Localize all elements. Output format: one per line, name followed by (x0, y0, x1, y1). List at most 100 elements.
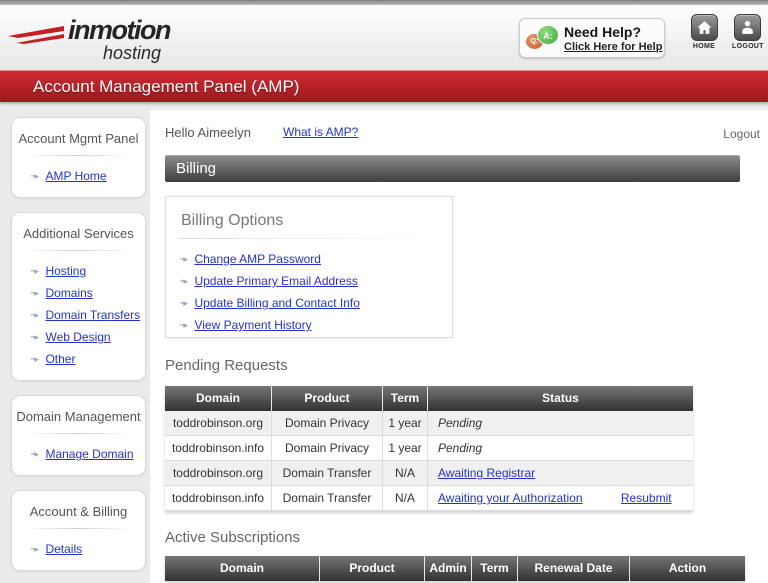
arrow-bullet-icon (31, 262, 41, 280)
cell-domain: toddrobinson.info (165, 486, 272, 510)
status-pending-text: Pending (438, 416, 483, 430)
column-header-term: Term (472, 556, 518, 581)
column-header-term: Term (383, 386, 428, 411)
logout-button[interactable] (733, 14, 761, 41)
arrow-bullet-icon (31, 167, 41, 185)
logout-button-wrap: LOGOUT (732, 14, 764, 50)
web-design-link[interactable]: Web Design (45, 330, 110, 344)
home-icon (696, 21, 712, 34)
sidebar-item-web-design[interactable]: Web Design (12, 326, 145, 348)
sidebar-section-title: Account & Billing (29, 504, 128, 519)
amp-banner-title: Account Management Panel (AMP) (33, 77, 300, 96)
awaiting-registrar-link[interactable]: Awaiting Registrar (438, 466, 535, 480)
cell-status: Pending (428, 436, 693, 460)
domains-link[interactable]: Domains (45, 286, 92, 300)
manage-domain-link[interactable]: Manage Domain (45, 447, 133, 461)
active-subscriptions-table: Domain Product Admin Term Renewal Date A… (165, 556, 745, 581)
sidebar-section-title: Domain Management (16, 409, 141, 424)
sidebar-item-other[interactable]: Other (12, 348, 145, 370)
sidebar-item-domains[interactable]: Domains (12, 282, 145, 304)
cell-term: 1 year (383, 436, 428, 460)
arrow-bullet-icon (31, 284, 41, 302)
other-link[interactable]: Other (45, 352, 75, 366)
billing-options-title: Billing Options (181, 212, 284, 229)
sidebar-item-details[interactable]: Details (12, 538, 145, 560)
resubmit-link[interactable]: Resubmit (621, 491, 672, 505)
logout-text-link[interactable]: Logout (723, 127, 760, 141)
sidebar-item-manage-domain[interactable]: Manage Domain (12, 443, 145, 465)
what-is-amp-link[interactable]: What is AMP? (283, 125, 358, 139)
arrow-bullet-icon (31, 350, 41, 368)
inmotion-logo: inmotion hosting (8, 13, 198, 65)
domain-transfers-link[interactable]: Domain Transfers (45, 308, 140, 322)
arrow-bullet-icon (31, 306, 41, 324)
sidebar: Account Mgmt Panel AMP Home Additional S… (11, 117, 146, 583)
billing-section-bar: Billing (165, 155, 740, 182)
need-help-box[interactable]: Q: A: Need Help? Click Here for Help (519, 18, 665, 58)
awaiting-authorization-link[interactable]: Awaiting your Authorization (438, 491, 583, 505)
arrow-bullet-icon (180, 315, 190, 335)
chat-bubbles-icon: Q: A: (526, 24, 562, 54)
cell-product: Domain Transfer (272, 461, 383, 485)
column-header-status: Status (542, 391, 579, 405)
arrow-bullet-icon (180, 271, 190, 291)
header-buttons: HOME LOGOUT (689, 14, 764, 50)
sidebar-item-hosting[interactable]: Hosting (12, 260, 145, 282)
click-here-for-help-link[interactable]: Click Here for Help (564, 41, 662, 53)
divider (178, 238, 440, 239)
change-amp-password-link[interactable]: Change AMP Password (194, 252, 321, 266)
column-header-product: Product (320, 556, 425, 581)
amp-home-link[interactable]: AMP Home (45, 169, 106, 183)
table-row: toddrobinson.org Domain Privacy 1 year P… (165, 411, 693, 436)
column-header-domain: Domain (165, 556, 320, 581)
arrow-bullet-icon (180, 249, 190, 269)
cell-status: Awaiting your Authorization Resubmit (428, 486, 693, 510)
cell-term: N/A (383, 486, 428, 510)
billing-option-row: Update Billing and Contact Info (166, 292, 452, 314)
cell-product: Domain Privacy (272, 436, 383, 460)
details-link[interactable]: Details (45, 542, 82, 556)
billing-section-title: Billing (176, 160, 217, 177)
cell-domain: toddrobinson.org (165, 461, 272, 485)
arrow-bullet-icon (31, 445, 41, 463)
cell-term: N/A (383, 461, 428, 485)
logo-text-inmotion: inmotion (68, 15, 171, 45)
hosting-link[interactable]: Hosting (45, 264, 86, 278)
divider (26, 155, 131, 156)
logout-person-icon (741, 20, 753, 34)
need-help-title: Need Help? (564, 24, 642, 40)
main-content-panel: Hello Aimeelyn What is AMP? Logout Billi… (150, 110, 768, 583)
cell-product: Domain Privacy (272, 411, 383, 435)
active-subscriptions-heading: Active Subscriptions (165, 529, 301, 546)
table-row: toddrobinson.org Domain Transfer N/A Awa… (165, 461, 693, 486)
cell-domain: toddrobinson.org (165, 411, 272, 435)
arrow-bullet-icon (31, 328, 41, 346)
site-header: inmotion hosting Q: A: Need Help? Click … (0, 5, 768, 70)
sidebar-box-additional-services: Additional Services Hosting Domains Doma… (11, 212, 146, 381)
sidebar-section-title: Additional Services (23, 226, 134, 241)
column-header-action: Action (668, 561, 707, 575)
home-button-label: HOME (692, 43, 716, 50)
billing-option-row: Update Primary Email Address (166, 270, 452, 292)
arrow-bullet-icon (31, 540, 41, 558)
column-header-product: Product (272, 386, 383, 411)
sidebar-item-domain-transfers[interactable]: Domain Transfers (12, 304, 145, 326)
logout-button-label: LOGOUT (732, 43, 764, 50)
table-row: toddrobinson.info Domain Transfer N/A Aw… (165, 486, 693, 511)
cell-status: Awaiting Registrar (428, 461, 693, 485)
update-billing-contact-link[interactable]: Update Billing and Contact Info (194, 296, 359, 310)
view-payment-history-link[interactable]: View Payment History (194, 318, 311, 332)
arrow-bullet-icon (180, 293, 190, 313)
sidebar-section-title: Account Mgmt Panel (18, 131, 139, 146)
divider (26, 250, 131, 251)
answer-bubble-icon: A: (537, 25, 559, 45)
update-primary-email-link[interactable]: Update Primary Email Address (194, 274, 357, 288)
pending-table-header: Domain Product Term Status (165, 386, 693, 411)
home-button[interactable] (690, 14, 718, 41)
billing-options-box: Billing Options Change AMP Password Upda… (165, 196, 453, 338)
logo-text-hosting: hosting (103, 43, 162, 63)
status-pending-text: Pending (438, 441, 483, 455)
sidebar-item-amp-home[interactable]: AMP Home (12, 165, 145, 187)
cell-product: Domain Transfer (272, 486, 383, 510)
greeting-text: Hello Aimeelyn (165, 125, 251, 140)
